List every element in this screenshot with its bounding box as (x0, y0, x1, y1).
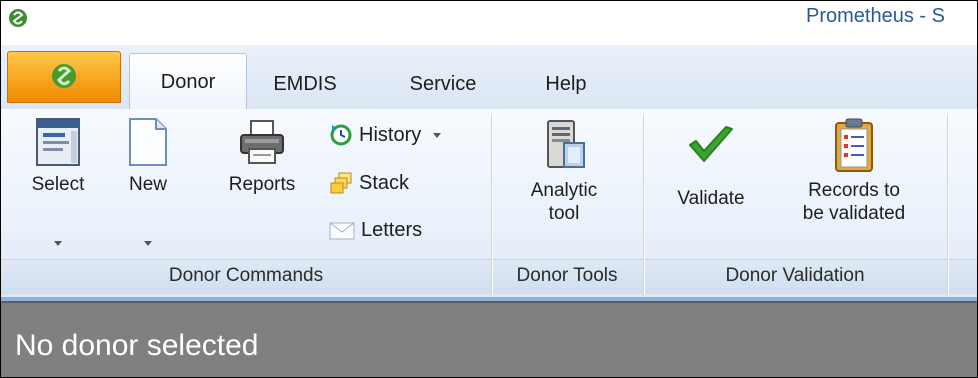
server-computer-icon (547, 120, 585, 168)
tab-donor[interactable]: Donor (129, 53, 247, 111)
group-label-donor-validation: Donor Validation (725, 265, 865, 286)
application-menu-button[interactable] (7, 51, 121, 103)
application-window: Prometheus - S Donor EMDIS Service Help … (0, 0, 978, 378)
tab-help[interactable]: Help (531, 63, 601, 105)
dropdown-caret-icon (54, 241, 62, 246)
history-label: History (359, 123, 422, 146)
new-document-icon (129, 118, 167, 166)
history-button[interactable]: History (329, 123, 442, 147)
group-label-donor-commands: Donor Commands (168, 265, 324, 286)
clipboard-checklist-icon (835, 118, 873, 172)
history-clock-icon (330, 124, 352, 146)
letters-button[interactable]: Letters (329, 219, 422, 242)
letters-label: Letters (361, 219, 423, 241)
records-to-be-validated-button[interactable]: Records to be validated (779, 117, 929, 257)
dropdown-caret-icon (144, 241, 152, 246)
select-label: Select (31, 174, 85, 195)
records-label-line1: Records to (808, 180, 900, 201)
group-label-donor-tools: Donor Tools (516, 265, 618, 286)
records-label-line2: be validated (802, 203, 906, 224)
envelope-icon (329, 222, 355, 239)
checkmark-icon (689, 126, 733, 162)
dropdown-caret-icon (433, 132, 442, 138)
app-logo-icon (52, 64, 76, 88)
donor-status-text: No donor selected (15, 329, 259, 362)
donor-status-panel: No donor selected (1, 301, 977, 377)
stack-button[interactable]: Stack (329, 171, 409, 195)
new-button[interactable]: New (119, 117, 177, 257)
select-button[interactable]: Select (23, 117, 93, 257)
printer-icon (240, 120, 284, 164)
tab-emdis[interactable]: EMDIS (263, 63, 347, 105)
stack-icon (330, 172, 352, 194)
reports-button[interactable]: Reports (207, 117, 317, 217)
ribbon-panel: Select New Reports History Stack Letters… (1, 109, 977, 297)
new-label: New (128, 174, 167, 195)
analytic-tool-label-line1: Analytic (530, 180, 598, 201)
title-bar: Prometheus - S (1, 1, 977, 45)
tab-service[interactable]: Service (393, 63, 493, 105)
analytic-tool-label-line2: tool (548, 203, 580, 224)
reports-label: Reports (228, 174, 296, 195)
select-list-icon (36, 118, 80, 166)
analytic-tool-button[interactable]: Analytic tool (509, 117, 619, 257)
validate-label: Validate (677, 188, 745, 209)
group-divider (947, 115, 948, 295)
app-logo-icon (9, 9, 27, 27)
validate-button[interactable]: Validate (659, 123, 763, 243)
stack-label: Stack (359, 171, 410, 194)
window-title: Prometheus - S (806, 5, 945, 27)
